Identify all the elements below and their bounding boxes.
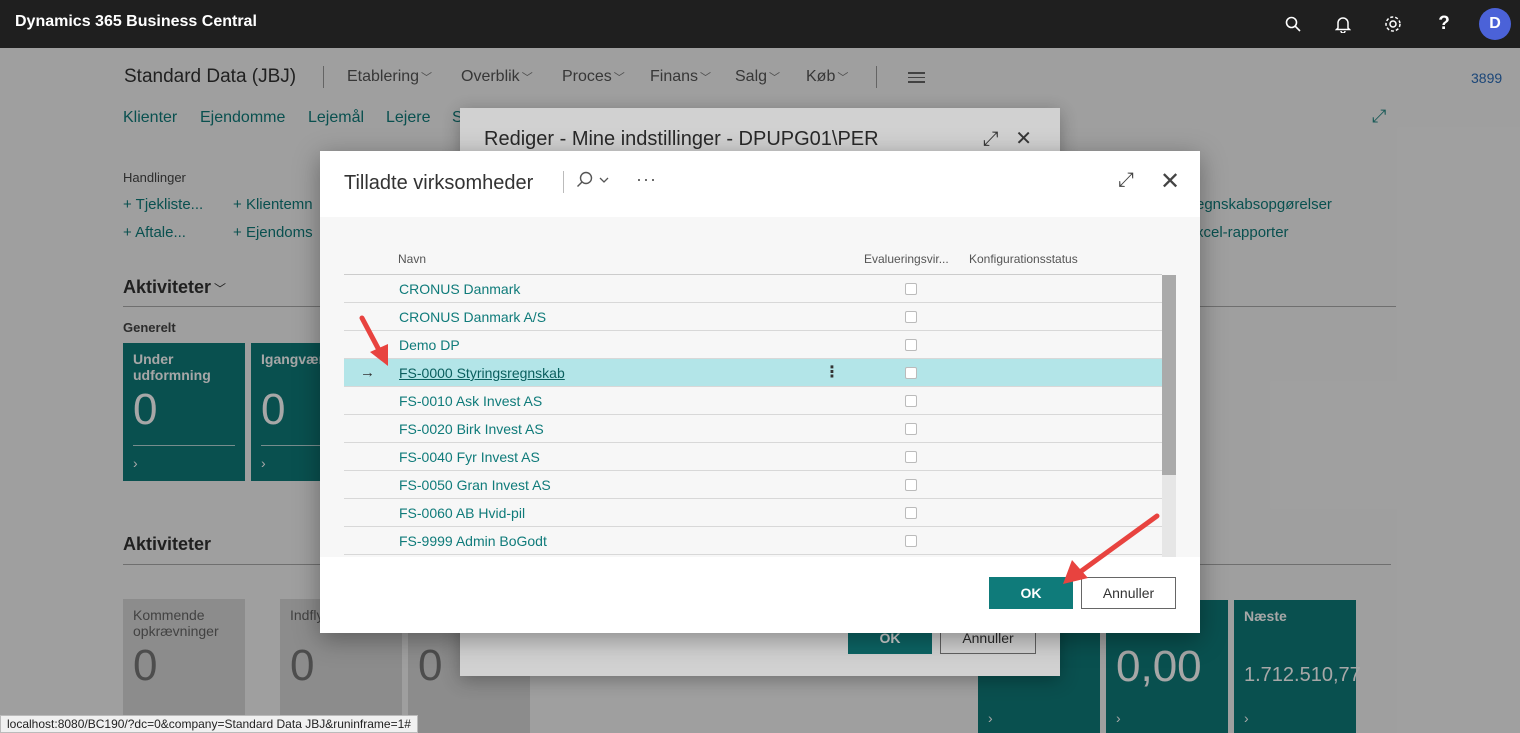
ok-button[interactable]: OK xyxy=(989,577,1073,609)
dialog-title: Tilladte virksomheder xyxy=(344,172,534,194)
divider xyxy=(563,171,564,193)
row-arrow-icon: → xyxy=(360,364,375,381)
company-name-link[interactable]: CRONUS Danmark A/S xyxy=(399,309,546,325)
evaluation-checkbox[interactable] xyxy=(905,283,917,295)
table-row[interactable]: FS-0060 AB Hvid-pil xyxy=(344,499,1162,527)
company-name-link[interactable]: FS-0060 AB Hvid-pil xyxy=(399,505,525,521)
company-name-link[interactable]: CRONUS Danmark xyxy=(399,281,520,297)
table-row[interactable]: FS-0020 Birk Invest AS xyxy=(344,415,1162,443)
table-row[interactable]: → FS-0000 Styringsregnskab ⋮ xyxy=(344,359,1162,387)
evaluation-checkbox[interactable] xyxy=(905,395,917,407)
row-actions-icon[interactable]: ⋮ xyxy=(824,362,840,382)
app-title[interactable]: Dynamics 365 Business Central xyxy=(15,13,257,31)
table-row[interactable]: FS-9999 Admin BoGodt xyxy=(344,527,1162,555)
table-row[interactable]: FS-0040 Fyr Invest AS xyxy=(344,443,1162,471)
evaluation-checkbox[interactable] xyxy=(905,367,917,379)
column-header-konfigurationsstatus[interactable]: Konfigurationsstatus xyxy=(969,252,1078,266)
evaluation-checkbox[interactable] xyxy=(905,339,917,351)
table-row[interactable]: Demo DP xyxy=(344,331,1162,359)
company-name-link[interactable]: FS-0000 Styringsregnskab xyxy=(399,365,565,381)
allowed-companies-dialog: Tilladte virksomheder ··· ⤢ ✕ Navn Evalu… xyxy=(320,151,1200,633)
evaluation-checkbox[interactable] xyxy=(905,451,917,463)
company-name-link[interactable]: FS-0040 Fyr Invest AS xyxy=(399,449,540,465)
cancel-button[interactable]: Annuller xyxy=(1081,577,1176,609)
dialog-header: Tilladte virksomheder ··· ⤢ ✕ xyxy=(320,151,1200,217)
column-header-evaluering[interactable]: Evalueringsvir... xyxy=(864,252,949,266)
bell-icon[interactable] xyxy=(1329,10,1357,38)
evaluation-checkbox[interactable] xyxy=(905,535,917,547)
column-header-navn[interactable]: Navn xyxy=(398,252,426,266)
evaluation-checkbox[interactable] xyxy=(905,311,917,323)
company-name-link[interactable]: FS-0050 Gran Invest AS xyxy=(399,477,551,493)
table-row[interactable]: FS-0050 Gran Invest AS xyxy=(344,471,1162,499)
evaluation-checkbox[interactable] xyxy=(905,423,917,435)
avatar[interactable]: D xyxy=(1479,8,1511,40)
table-row[interactable]: FS-0010 Ask Invest AS xyxy=(344,387,1162,415)
close-icon[interactable]: ✕ xyxy=(1160,167,1180,196)
gear-icon[interactable] xyxy=(1379,10,1407,38)
evaluation-checkbox[interactable] xyxy=(905,479,917,491)
status-bar-url: localhost:8080/BC190/?dc=0&company=Stand… xyxy=(0,715,418,733)
scrollbar-thumb[interactable] xyxy=(1162,275,1176,475)
table-row[interactable]: CRONUS Danmark A/S xyxy=(344,303,1162,331)
more-options-icon[interactable]: ··· xyxy=(636,169,657,190)
search-icon[interactable] xyxy=(576,171,610,194)
app-bar: Dynamics 365 Business Central ? D xyxy=(0,0,1520,48)
company-name-link[interactable]: Demo DP xyxy=(399,337,460,353)
evaluation-checkbox[interactable] xyxy=(905,507,917,519)
company-name-link[interactable]: FS-9999 Admin BoGodt xyxy=(399,533,547,549)
help-icon[interactable]: ? xyxy=(1430,10,1458,38)
expand-icon[interactable]: ⤢ xyxy=(1118,169,1134,192)
search-icon[interactable] xyxy=(1279,10,1307,38)
company-name-link[interactable]: FS-0010 Ask Invest AS xyxy=(399,393,542,409)
table-row[interactable]: CRONUS Danmark xyxy=(344,275,1162,303)
company-name-link[interactable]: FS-0020 Birk Invest AS xyxy=(399,421,544,437)
